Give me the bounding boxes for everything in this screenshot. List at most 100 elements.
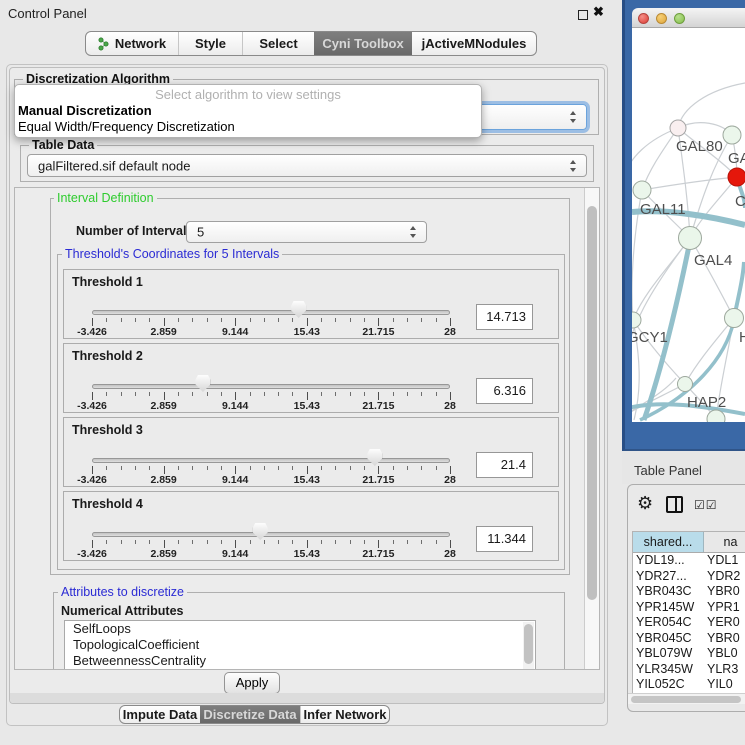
node-gal4[interactable] — [679, 227, 702, 250]
network-canvas[interactable]: GAL80 GA C GAL11 GAL4 GCY1 H HAP2 — [632, 28, 745, 422]
split-view-icon[interactable] — [666, 496, 683, 513]
cell-shared-name[interactable]: YBL079W — [633, 646, 704, 662]
discretize-settings-pane: Discretization Algorithm Select algorith… — [9, 67, 605, 704]
tab-style[interactable]: Style — [178, 32, 242, 55]
cell-name[interactable]: YER0 — [704, 615, 745, 631]
settings-scrollbar-thumb[interactable] — [587, 206, 597, 600]
table-horizontal-scrollbar[interactable] — [628, 693, 745, 704]
table-row[interactable]: YBR043CYBR0 — [633, 584, 745, 600]
minimize-traffic-light-icon[interactable] — [656, 13, 667, 24]
slider-tick-label: 28 — [444, 326, 456, 338]
list-scrollbar-thumb[interactable] — [524, 624, 533, 664]
slider-tick — [350, 466, 351, 470]
network-window-titlebar[interactable] — [632, 8, 745, 28]
threshold-3-slider-thumb[interactable] — [367, 449, 382, 466]
table-row[interactable]: YER054CYER0 — [633, 615, 745, 631]
column-header-shared-name[interactable]: shared... — [633, 532, 704, 552]
list-item[interactable]: TopologicalCoefficient — [65, 637, 535, 653]
node-red-selected[interactable] — [728, 168, 745, 186]
numerical-attributes-list[interactable]: SelfLoops TopologicalCoefficient Between… — [64, 620, 536, 670]
table-row[interactable]: YIL052CYIL0 — [633, 677, 745, 693]
zoom-traffic-light-icon[interactable] — [674, 13, 685, 24]
tab-cyni-toolbox[interactable]: Cyni Toolbox — [314, 32, 412, 55]
cell-shared-name[interactable]: YDL19... — [633, 553, 704, 569]
table-data-combobox[interactable]: galFiltered.sif default node — [27, 154, 587, 177]
slider-tick-label: 9.144 — [222, 400, 248, 412]
threshold-4-slider-thumb[interactable] — [253, 523, 268, 540]
cell-name[interactable]: YBL0 — [704, 646, 745, 662]
slider-tick — [436, 540, 437, 544]
select-columns-icon[interactable]: ☑☑ — [694, 498, 718, 512]
threshold-1-slider-track[interactable] — [92, 310, 450, 315]
threshold-4-label: Threshold 4 — [72, 497, 143, 511]
table-row[interactable]: YLR345WYLR3 — [633, 662, 745, 678]
slider-tick — [164, 318, 165, 326]
tab-infer-network[interactable]: Infer Network — [300, 706, 389, 723]
tab-discretize-data[interactable]: Discretize Data — [200, 706, 300, 723]
cell-name[interactable]: YBR0 — [704, 584, 745, 600]
cell-shared-name[interactable]: YPR145W — [633, 600, 704, 616]
table-row[interactable]: YBR045CYBR0 — [633, 631, 745, 647]
threshold-3-slider-track[interactable] — [92, 458, 450, 463]
number-of-intervals-label: Number of Intervals — [76, 224, 193, 238]
node-right[interactable] — [725, 309, 744, 328]
cell-name[interactable]: YPR1 — [704, 600, 745, 616]
table-data-group-title: Table Data — [29, 138, 97, 152]
tab-network[interactable]: Network — [86, 32, 178, 55]
list-item[interactable]: SelfLoops — [65, 621, 535, 637]
tab-select[interactable]: Select — [242, 32, 314, 55]
cell-name[interactable]: YBR0 — [704, 631, 745, 647]
threshold-4-value-field[interactable]: 11.344 — [476, 526, 533, 552]
cell-shared-name[interactable]: YBR043C — [633, 584, 704, 600]
close-icon[interactable]: ✖ — [593, 4, 604, 20]
slider-tick-label: 2.859 — [150, 474, 176, 486]
cell-name[interactable]: YDR2 — [704, 569, 745, 585]
threshold-4-slider-track[interactable] — [92, 532, 450, 537]
threshold-2-slider-track[interactable] — [92, 384, 450, 389]
table-row[interactable]: YBL079WYBL0 — [633, 646, 745, 662]
cell-name[interactable]: YLR3 — [704, 662, 745, 678]
number-of-intervals-combobox[interactable]: 5 — [186, 221, 427, 243]
cell-name[interactable]: YIL0 — [704, 677, 745, 693]
attributes-group-title: Attributes to discretize — [58, 585, 187, 599]
gear-icon[interactable]: ⚙ — [637, 493, 653, 514]
threshold-1-value-field[interactable]: 14.713 — [476, 304, 533, 330]
table-row[interactable]: YPR145WYPR1 — [633, 600, 745, 616]
slider-tick — [106, 392, 107, 396]
list-item[interactable]: BetweennessCentrality — [65, 653, 535, 669]
cell-shared-name[interactable]: YBR045C — [633, 631, 704, 647]
node-hap2[interactable] — [678, 377, 693, 392]
cell-shared-name[interactable]: YER054C — [633, 615, 704, 631]
list-scrollbar[interactable] — [523, 622, 534, 670]
close-traffic-light-icon[interactable] — [638, 13, 649, 24]
threshold-2-value-field[interactable]: 6.316 — [476, 378, 533, 404]
threshold-3-slider-ticks — [92, 466, 450, 474]
threshold-3-value-field[interactable]: 21.4 — [476, 452, 533, 478]
table-row[interactable]: YDL19...YDL1 — [633, 553, 745, 569]
cell-shared-name[interactable]: YLR345W — [633, 662, 704, 678]
column-header-name[interactable]: na — [704, 532, 745, 552]
cell-shared-name[interactable]: YDR27... — [633, 569, 704, 585]
node-top-right[interactable] — [723, 126, 741, 144]
float-window-icon[interactable] — [578, 10, 588, 20]
apply-button[interactable]: Apply — [224, 672, 280, 694]
node-gcy1[interactable] — [632, 312, 641, 328]
algorithm-option-manual[interactable]: Manual Discretization — [15, 103, 481, 119]
threshold-1-slider-thumb[interactable] — [291, 301, 306, 318]
tab-jactivemnodules[interactable]: jActiveMNodules — [412, 32, 536, 55]
slider-tick — [207, 466, 208, 470]
cell-shared-name[interactable]: YIL052C — [633, 677, 704, 693]
node-gal80[interactable] — [670, 120, 686, 136]
settings-scrollbar[interactable] — [584, 188, 599, 669]
tab-impute-data[interactable]: Impute Data — [120, 706, 200, 723]
slider-tick — [235, 540, 236, 548]
node-gal11[interactable] — [633, 181, 651, 199]
cell-name[interactable]: YDL1 — [704, 553, 745, 569]
slider-tick — [164, 392, 165, 400]
table-scrollbar-thumb[interactable] — [631, 696, 741, 703]
slider-tick-label: -3.426 — [77, 548, 107, 560]
table-row[interactable]: YDR27...YDR2 — [633, 569, 745, 585]
threshold-2-slider-thumb[interactable] — [195, 375, 210, 392]
algorithm-option-equal-width[interactable]: Equal Width/Frequency Discretization — [15, 119, 481, 135]
slider-tick — [292, 318, 293, 322]
